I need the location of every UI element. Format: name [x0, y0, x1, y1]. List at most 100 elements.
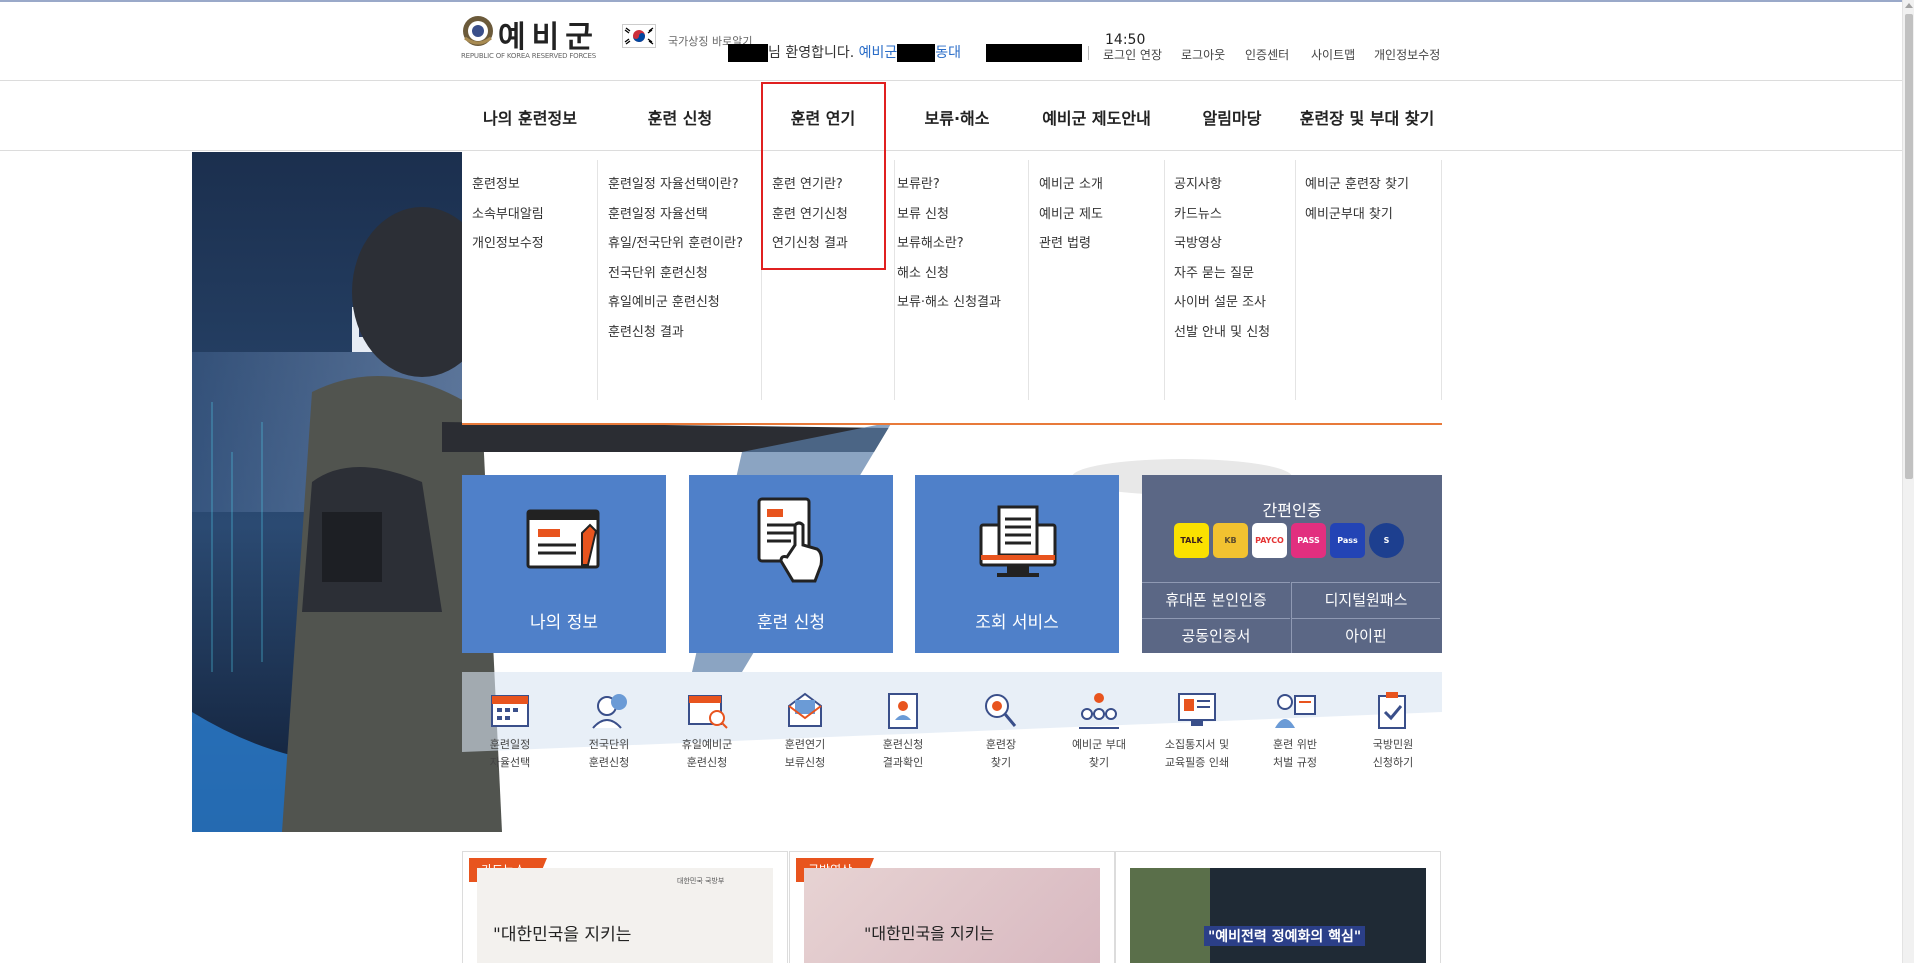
- quick-label: 소집통지서 및 교육필증 인쇄: [1164, 738, 1230, 769]
- menu-reserve-info[interactable]: 보류란?: [897, 170, 1001, 200]
- logout-link[interactable]: 로그아웃: [1181, 46, 1225, 63]
- quick-penalty-rules[interactable]: 훈련 위반 처벌 규정: [1250, 690, 1340, 772]
- selection-highlight-box: [761, 82, 886, 270]
- menu-apply-result[interactable]: 훈련신청 결과: [608, 318, 743, 348]
- ipin-button[interactable]: 아이핀: [1292, 618, 1440, 652]
- nav-find-location[interactable]: 훈련장 및 부대 찾기: [1297, 82, 1437, 151]
- card-news-thumbnail: 대한민국 국방부 "대한민국을 지키는: [477, 868, 773, 963]
- digital-onepass-button[interactable]: 디지털원패스: [1292, 582, 1440, 616]
- mega-col-notice: 공지사항 카드뉴스 국방영상 자주 묻는 질문 사이버 설문 조사 선발 안내 …: [1174, 152, 1270, 395]
- shinhan-icon[interactable]: S: [1369, 523, 1404, 558]
- inquiry-service-tile[interactable]: 조회 서비스: [915, 475, 1119, 653]
- nav-training-apply[interactable]: 훈련 신청: [622, 82, 738, 151]
- menu-holiday-apply[interactable]: 휴일예비군 훈련신청: [608, 288, 743, 318]
- menu-notice[interactable]: 공지사항: [1174, 170, 1270, 200]
- quick-self-select[interactable]: 훈련일정 자율선택: [465, 690, 555, 772]
- promo-thumbnail: "예비전력 정예화의 핵심": [1130, 868, 1426, 963]
- menu-self-select[interactable]: 훈련일정 자율선택: [608, 200, 743, 230]
- menu-release-apply[interactable]: 해소 신청: [897, 259, 1001, 289]
- scrollbar-thumb[interactable]: [1905, 14, 1913, 479]
- menu-holiday-info[interactable]: 휴일/전국단위 훈련이란?: [608, 229, 743, 259]
- menu-survey[interactable]: 사이버 설문 조사: [1174, 288, 1270, 318]
- mega-col-my-training: 훈련정보 소속부대알림 개인정보수정: [472, 152, 544, 395]
- menu-find-range[interactable]: 예비군 훈련장 찾기: [1305, 170, 1409, 200]
- menu-training-info[interactable]: 훈련정보: [472, 170, 544, 200]
- quick-apply-result[interactable]: 훈련신청 결과확인: [858, 690, 948, 772]
- menu-faq[interactable]: 자주 묻는 질문: [1174, 259, 1270, 289]
- site-logo[interactable]: 예비군 REPUBLIC OF KOREA RESERVED FORCES: [461, 12, 606, 64]
- pass-icon[interactable]: PASS: [1291, 523, 1326, 558]
- my-info-tile[interactable]: 나의 정보: [462, 475, 666, 653]
- menu-card-news[interactable]: 카드뉴스: [1174, 200, 1270, 230]
- calendar-icon: [491, 695, 529, 727]
- quick-print-notice[interactable]: 소집통지서 및 교육필증 인쇄: [1152, 690, 1242, 772]
- payco-icon[interactable]: PAYCO: [1252, 523, 1287, 558]
- training-apply-label: 훈련 신청: [757, 613, 825, 633]
- quick-find-range[interactable]: 훈련장 찾기: [956, 690, 1046, 772]
- inquiry-service-label: 조회 서비스: [975, 613, 1059, 633]
- emblem-icon: [463, 16, 493, 46]
- quick-holiday-apply[interactable]: 휴일예비군 훈련신청: [662, 690, 752, 772]
- korean-flag-icon: [622, 24, 656, 48]
- auth-center-link[interactable]: 인증센터: [1245, 46, 1289, 63]
- redacted-name: [728, 44, 768, 62]
- grid-divider: [1291, 582, 1292, 653]
- video-thumbnail-panel[interactable]: "예비전력 정예화의 핵심": [1115, 851, 1441, 963]
- menu-unit-notice[interactable]: 소속부대알림: [472, 200, 544, 230]
- menu-self-select-info[interactable]: 훈련일정 자율선택이란?: [608, 170, 743, 200]
- menu-reserve-result[interactable]: 보류·해소 신청결과: [897, 288, 1001, 318]
- nav-notice[interactable]: 알림마당: [1182, 82, 1282, 151]
- nav-system-guide[interactable]: 예비군 제도안내: [1035, 82, 1158, 151]
- card-news-panel[interactable]: 카드뉴스 대한민국 국방부 "대한민국을 지키는: [462, 851, 788, 963]
- quick-label: 훈련일정 자율선택: [489, 738, 531, 769]
- menu-divider: [1028, 160, 1029, 400]
- welcome-message: 님 환영합니다. 예비군 동대: [728, 42, 1089, 64]
- vertical-scrollbar[interactable]: [1902, 0, 1914, 963]
- menu-find-unit[interactable]: 예비군부대 찾기: [1305, 200, 1409, 230]
- mega-col-system: 예비군 소개 예비군 제도 관련 법령: [1039, 152, 1103, 395]
- certificate-button[interactable]: 공동인증서: [1142, 618, 1290, 652]
- menu-divider: [1441, 160, 1442, 400]
- location-search-icon: [985, 694, 1017, 727]
- menu-selection[interactable]: 선발 안내 및 신청: [1174, 318, 1270, 348]
- menu-reserve-apply[interactable]: 보류 신청: [897, 200, 1001, 230]
- phone-auth-button[interactable]: 휴대폰 본인인증: [1142, 582, 1290, 616]
- card-news-headline: "대한민국을 지키는: [493, 925, 632, 945]
- mail-icon: [788, 692, 822, 727]
- mega-col-reserve: 보류란? 보류 신청 보류해소란? 해소 신청 보류·해소 신청결과: [897, 152, 1001, 395]
- kb-icon[interactable]: KB: [1213, 523, 1248, 558]
- login-extend-link[interactable]: 로그인 연장: [1103, 46, 1162, 63]
- kakao-icon[interactable]: TALK: [1174, 523, 1209, 558]
- menu-defense-video[interactable]: 국방영상: [1174, 229, 1270, 259]
- group-icon: [1079, 693, 1119, 729]
- quick-find-unit[interactable]: 예비군 부대 찾기: [1054, 690, 1144, 772]
- logo-subtitle: REPUBLIC OF KOREA RESERVED FORCES: [461, 52, 596, 60]
- menu-intro[interactable]: 예비군 소개: [1039, 170, 1103, 200]
- nav-my-training[interactable]: 나의 훈련정보: [472, 82, 588, 151]
- divider: [1087, 46, 1089, 60]
- quick-label: 전국단위 훈련신청: [588, 738, 630, 769]
- headset-user-icon: [592, 694, 627, 729]
- menu-release-info[interactable]: 보류해소란?: [897, 229, 1001, 259]
- quick-civil-petition[interactable]: 국방민원 신청하기: [1348, 690, 1438, 772]
- menu-system[interactable]: 예비군 제도: [1039, 200, 1103, 230]
- menu-national-apply[interactable]: 전국단위 훈련신청: [608, 259, 743, 289]
- menu-edit-profile[interactable]: 개인정보수정: [472, 229, 544, 259]
- quick-label: 훈련장 찾기: [985, 738, 1017, 769]
- simple-auth-title: 간편인증: [1262, 501, 1322, 520]
- quick-national-apply[interactable]: 전국단위 훈련신청: [564, 690, 654, 772]
- menu-laws[interactable]: 관련 법령: [1039, 229, 1103, 259]
- quick-label: 훈련 위반 처벌 규정: [1273, 738, 1317, 769]
- training-apply-tile[interactable]: 훈련 신청: [689, 475, 893, 653]
- scroll-up-icon[interactable]: [1905, 3, 1913, 8]
- sitemap-link[interactable]: 사이트맵: [1311, 46, 1355, 63]
- quick-label: 예비군 부대 찾기: [1071, 738, 1127, 769]
- quick-postpone-apply[interactable]: 훈련연기 보류신청: [760, 690, 850, 772]
- pass-corp-icon[interactable]: Pass: [1330, 523, 1365, 558]
- defense-video-thumbnail: "대한민국을 지키는: [804, 868, 1100, 963]
- defense-video-panel[interactable]: 국방영상 "대한민국을 지키는: [789, 851, 1115, 963]
- nav-reserve-release[interactable]: 보류·해소: [899, 82, 1015, 151]
- edit-profile-link[interactable]: 개인정보수정: [1374, 46, 1440, 63]
- monitor-document-icon: [979, 505, 1057, 577]
- touch-document-icon: [757, 497, 823, 583]
